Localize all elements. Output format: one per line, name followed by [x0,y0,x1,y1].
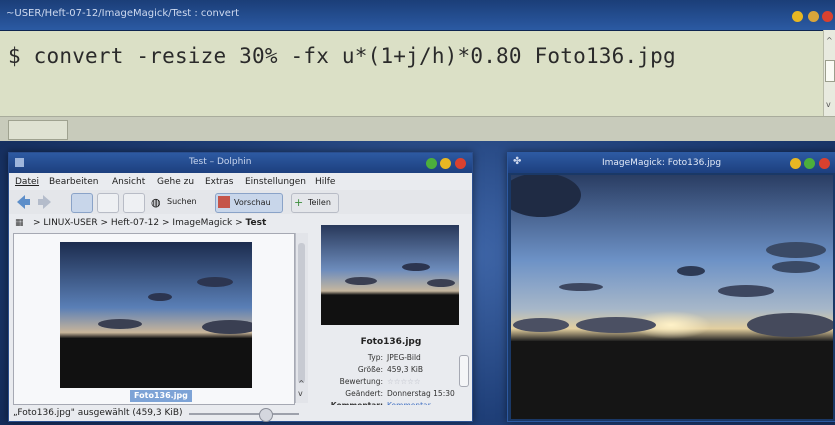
maximize-icon[interactable] [804,158,815,169]
file-list-view[interactable]: Foto136.jpg [13,233,295,405]
breadcrumb-heft[interactable]: Heft-07-12 [111,218,159,228]
icons-view-button[interactable] [71,193,93,213]
details-view-button[interactable] [97,193,119,213]
meta-row-rating: Bewertung: ☆☆☆☆☆ [339,377,421,386]
preview-image [321,225,459,325]
imagemagick-logo-icon[interactable]: ✤ [513,156,521,167]
menu-gehe-zu[interactable]: Gehe zu [157,177,194,187]
minimize-icon[interactable] [426,158,437,169]
menu-ansicht[interactable]: Ansicht [112,177,145,187]
breadcrumb-linux-user[interactable]: LINUX-USER [43,218,97,228]
imagemagick-titlebar[interactable]: ✤ ImageMagick: Foto136.jpg [508,153,835,173]
maximize-icon[interactable] [808,11,819,22]
close-icon[interactable] [819,158,830,169]
terminal-tabbar [0,116,835,141]
app-menu-icon[interactable] [15,158,24,167]
rating-stars[interactable]: ☆☆☆☆☆ [387,377,421,386]
maximize-icon[interactable] [440,158,451,169]
meta-row-type: Typ: JPEG-Bild [367,353,421,362]
information-panel: Foto136.jpg Typ: JPEG-Bild Größe: 459,3 … [311,215,471,410]
file-thumbnail[interactable] [60,242,258,388]
preview-label: Vorschau [234,198,271,207]
file-list-scrollbar[interactable]: ^ v [295,233,308,403]
split-button[interactable]: + Teilen [291,193,339,213]
breadcrumb-imagemagick[interactable]: ImageMagick [172,218,232,228]
file-manager-titlebar[interactable]: Test – Dolphin [9,153,472,173]
scroll-up-icon[interactable]: ^ [826,36,833,45]
preview-button[interactable]: Vorschau [215,193,283,213]
status-text: „Foto136.jpg" ausgewählt (459,3 KiB) [13,408,183,418]
close-icon[interactable] [455,158,466,169]
split-label: Teilen [308,198,331,207]
file-manager-window: Test – Dolphin Datei Bearbeiten Ansicht … [8,152,473,422]
minimize-icon[interactable] [792,11,803,22]
menu-extras[interactable]: Extras [205,177,233,187]
scroll-down-icon[interactable]: v [826,100,831,109]
status-bar: „Foto136.jpg" ausgewählt (459,3 KiB) [9,405,472,422]
terminal-window: ~USER/Heft-07-12/ImageMagick/Test : conv… [0,0,835,141]
terminal-title: ~USER/Heft-07-12/ImageMagick/Test : conv… [6,8,239,19]
scroll-thumb[interactable] [825,60,835,82]
menu-bearbeiten[interactable]: Bearbeiten [49,177,98,187]
split-icon: + [294,196,304,209]
imagemagick-window: ✤ ImageMagick: Foto136.jpg [501,152,835,422]
preview-icon [218,196,230,208]
meta-row-size: Größe: 459,3 KiB [357,365,424,374]
toolbar: ◍ Suchen Vorschau + Teilen [9,190,472,214]
info-panel-scrollbar[interactable] [459,355,469,387]
breadcrumb: ▦ > LINUX-USER > Heft-07-12 > ImageMagic… [9,215,309,231]
preview-file-name: Foto136.jpg [360,337,422,347]
zoom-slider-track[interactable] [189,413,299,415]
minimize-icon[interactable] [790,158,801,169]
menu-datei[interactable]: Datei [15,177,39,187]
terminal-tab[interactable] [8,120,68,140]
breadcrumb-test[interactable]: Test [246,218,267,228]
search-button[interactable]: ◍ Suchen [151,193,207,211]
selected-file-label[interactable]: Foto136.jpg [130,390,192,402]
terminal-titlebar[interactable]: ~USER/Heft-07-12/ImageMagick/Test : conv… [0,0,835,31]
scroll-down-icon[interactable]: v [298,389,303,398]
menu-hilfe[interactable]: Hilfe [315,177,335,187]
menu-einstellungen[interactable]: Einstellungen [245,177,306,187]
forward-icon[interactable] [37,193,53,211]
displayed-photo[interactable] [501,173,835,419]
binoculars-icon: ◍ [151,196,161,209]
zoom-slider-handle[interactable] [259,408,273,422]
terminal-command-line[interactable]: $ convert -resize 30% -fx u*(1+j/h)*0.80… [8,44,676,68]
file-manager-title: Test – Dolphin [189,157,252,167]
columns-view-button[interactable] [123,193,145,213]
back-icon[interactable] [15,193,31,211]
scroll-up-icon[interactable]: ^ [298,379,305,388]
menu-bar: Datei Bearbeiten Ansicht Gehe zu Extras … [9,174,472,190]
search-label: Suchen [167,197,197,206]
location-icon[interactable]: ▦ [15,218,24,228]
meta-row-modified: Geändert: Donnerstag 15:30 [345,389,455,398]
scroll-thumb[interactable] [298,243,305,383]
imagemagick-title: ImageMagick: Foto136.jpg [602,158,722,168]
close-icon[interactable] [822,11,833,22]
terminal-scrollbar[interactable]: ^ v [823,30,835,116]
